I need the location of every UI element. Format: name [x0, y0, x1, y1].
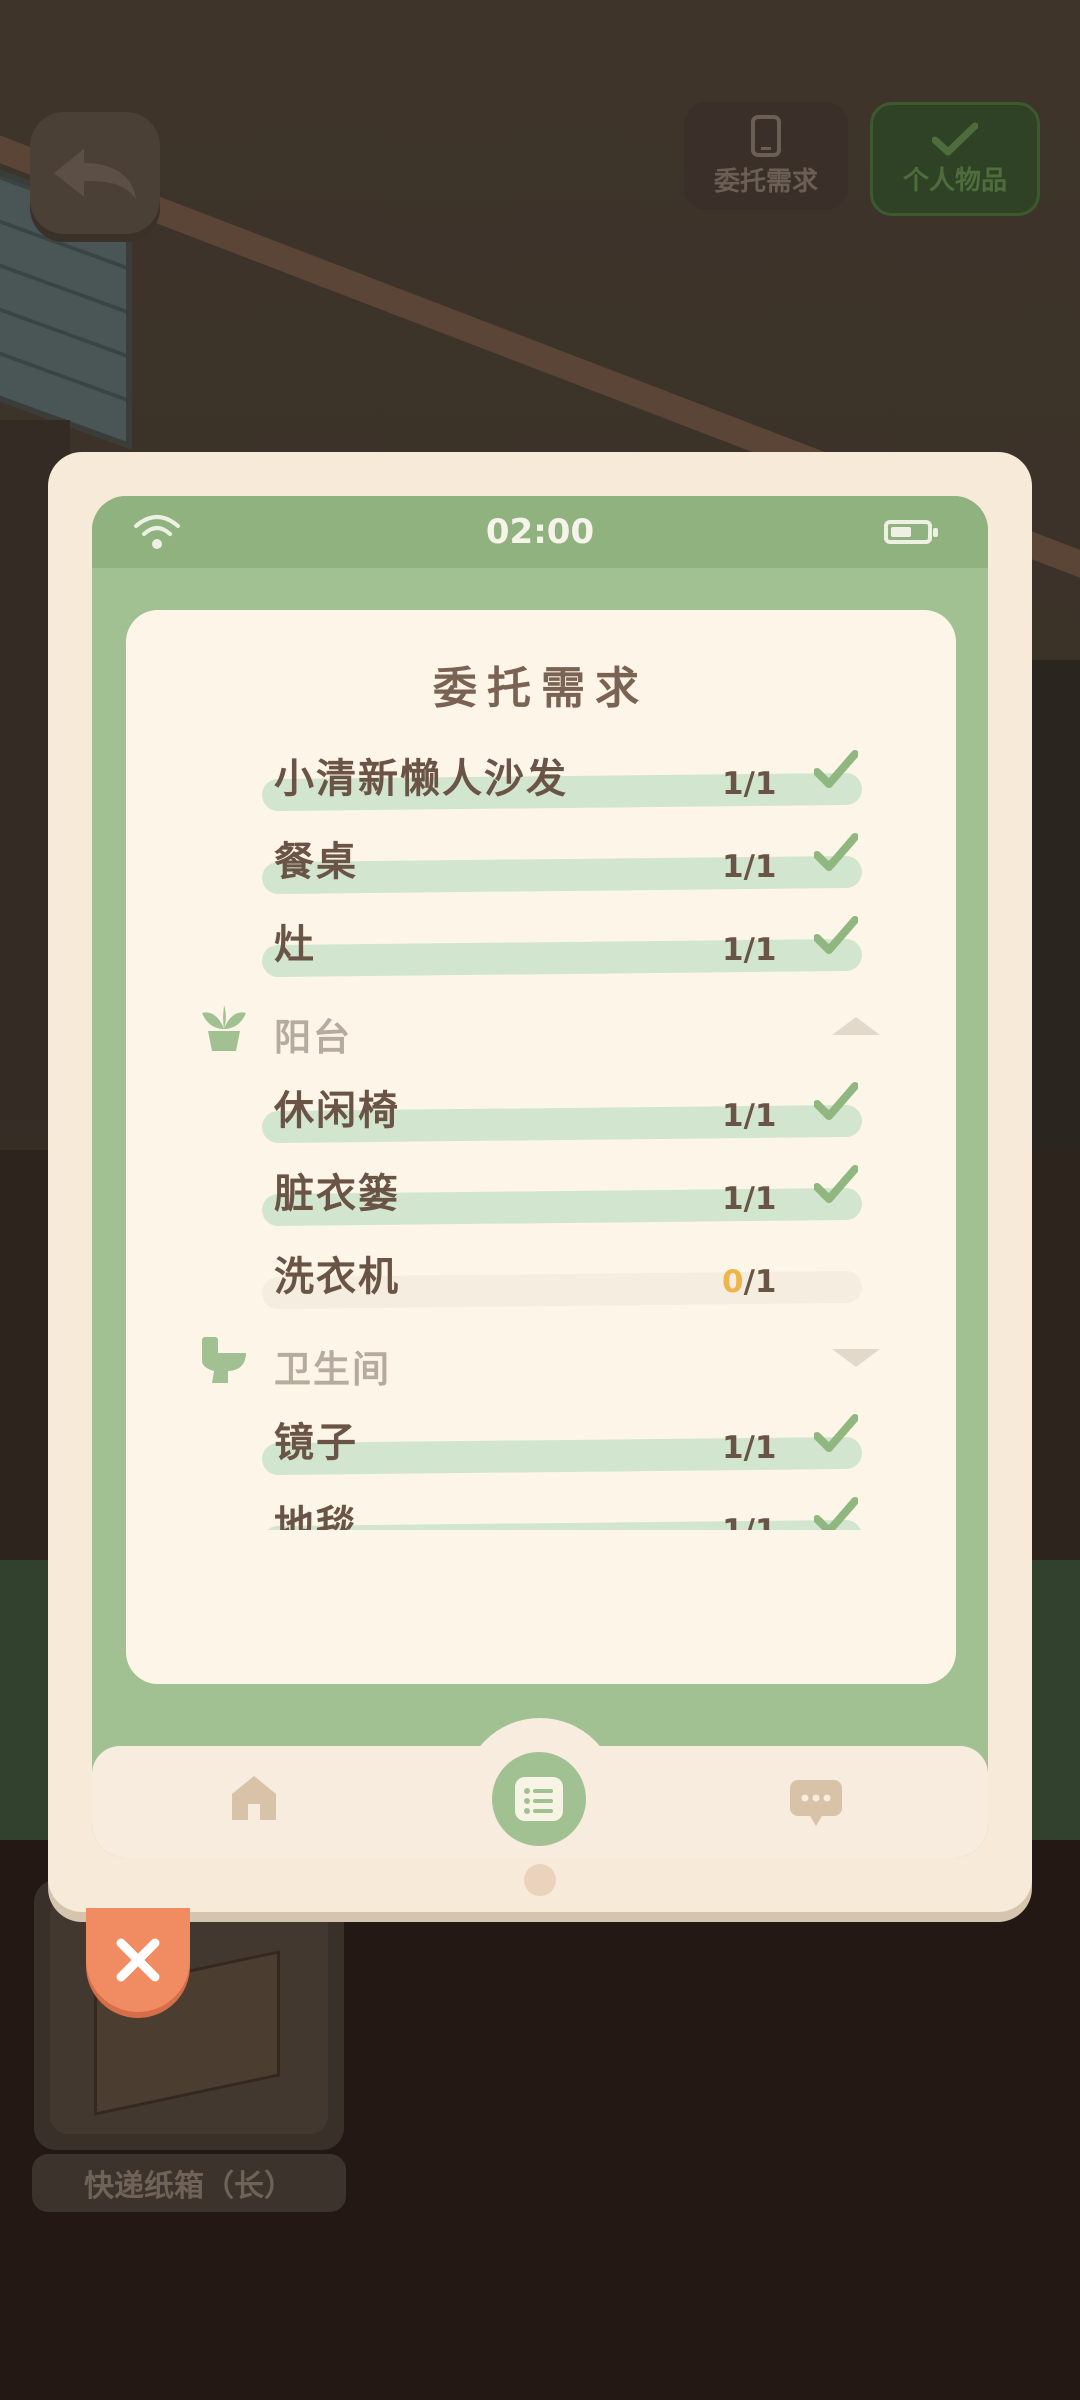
battery-icon: [884, 520, 938, 544]
count-need: 1: [754, 1264, 777, 1300]
count-have: 1: [722, 932, 744, 968]
category-icon: [200, 1335, 250, 1389]
check-icon: [813, 1497, 859, 1530]
request-item-count: 1/1: [722, 1098, 777, 1134]
request-item-row: 地毯 1/1: [126, 1485, 956, 1530]
nav-home-button[interactable]: [228, 1772, 280, 1828]
status-time: 02:00: [485, 512, 595, 552]
category-icon: [200, 1003, 248, 1057]
list-icon: [515, 1777, 563, 1821]
requests-list[interactable]: 小清新懒人沙发 1/1 餐桌 1/1 灶 1/1 阳台休闲椅 1/1 脏衣篓 1/1 洗衣机 0/1 卫…: [126, 728, 956, 1530]
toilet-icon: [202, 1337, 246, 1383]
request-item-count: 1/1: [722, 849, 777, 885]
request-item-row: 洗衣机 0/1: [126, 1236, 956, 1319]
home-icon: [232, 1776, 276, 1820]
category-header[interactable]: 卫生间: [126, 1319, 956, 1402]
tab-personal-items[interactable]: 个人物品: [870, 102, 1040, 216]
done-check: [813, 1497, 859, 1530]
request-item-row: 脏衣篓 1/1: [126, 1153, 956, 1236]
count-have: 1: [722, 766, 744, 802]
request-item-count: 1/1: [722, 1181, 777, 1217]
count-need: 1: [754, 1098, 777, 1134]
request-item-row: 灶 1/1: [126, 904, 956, 987]
collapse-icon[interactable]: [832, 1017, 880, 1035]
count-have: 1: [722, 1430, 744, 1466]
count-have: 0: [722, 1264, 744, 1300]
back-button[interactable]: [30, 112, 160, 234]
request-item-name: 餐桌: [274, 839, 358, 885]
requests-screen: 委托需求 小清新懒人沙发 1/1 餐桌 1/1 灶 1/1 阳台休闲椅 1/1 脏衣篓 1/1 洗衣…: [126, 610, 956, 1684]
status-bar: 02:00: [92, 496, 988, 568]
done-check: [813, 1082, 859, 1126]
request-item-row: 镜子 1/1: [126, 1402, 956, 1485]
count-need: 1: [755, 1513, 777, 1530]
nav-message-button[interactable]: [788, 1778, 844, 1834]
nav-list-button[interactable]: [492, 1752, 586, 1846]
request-item-count: 0/1: [722, 1264, 777, 1300]
category-name: 卫生间: [274, 1348, 391, 1391]
done-check: [813, 916, 859, 960]
check-icon: [813, 1165, 859, 1203]
check-icon: [813, 833, 859, 871]
count-have: 1: [722, 1098, 744, 1134]
inventory-item-name: 快递纸箱（长）: [32, 2154, 346, 2212]
request-item-count: 1/1: [722, 1513, 776, 1530]
request-item-count: 1/1: [722, 766, 777, 802]
tab-personal-items-label: 个人物品: [902, 165, 1007, 196]
check-icon: [813, 750, 859, 788]
tab-requests-label: 委托需求: [713, 166, 818, 197]
done-check: [813, 1414, 859, 1458]
request-item-name: 小清新懒人沙发: [274, 756, 568, 802]
request-item-name: 镜子: [274, 1420, 358, 1466]
count-have: 1: [722, 1181, 744, 1217]
check-icon: [813, 1082, 859, 1120]
done-check: [813, 750, 859, 794]
check-icon: [932, 122, 978, 155]
count-have: 1: [722, 1513, 744, 1530]
check-icon: [813, 916, 859, 954]
request-item-name: 地毯: [274, 1503, 358, 1530]
request-item-count: 1/1: [722, 932, 777, 968]
request-item-name: 脏衣篓: [274, 1171, 400, 1217]
close-button[interactable]: [86, 1908, 190, 2012]
tab-requests[interactable]: 委托需求: [684, 102, 848, 210]
count-need: 1: [754, 766, 777, 802]
count-need: 1: [754, 932, 777, 968]
done-check: [813, 833, 859, 877]
close-icon: [116, 1938, 160, 1982]
panel-title: 委托需求: [433, 663, 649, 714]
done-check: [813, 1165, 859, 1209]
count-need: 1: [754, 849, 777, 885]
request-item-row: 餐桌 1/1: [126, 821, 956, 904]
phone-panel: 02:00 委托需求 小清新懒人沙发 1/1 餐桌 1/1 灶 1/1 阳台 休闲椅 1/1 脏衣…: [92, 496, 988, 1858]
count-have: 1: [722, 849, 744, 885]
request-item-count: 1/1: [722, 1430, 777, 1466]
expand-icon[interactable]: [832, 1349, 880, 1367]
request-item-name: 洗衣机: [274, 1254, 400, 1300]
category-name: 阳台: [274, 1016, 352, 1059]
category-header[interactable]: 阳台: [126, 987, 956, 1070]
request-item-name: 灶: [274, 922, 316, 968]
check-icon: [813, 1414, 859, 1452]
request-item-name: 休闲椅: [274, 1088, 400, 1134]
plant-icon: [202, 1005, 246, 1051]
home-indicator[interactable]: [524, 1864, 556, 1896]
request-item-row: 休闲椅 1/1: [126, 1070, 956, 1153]
message-icon: [790, 1780, 842, 1826]
count-need: 1: [754, 1430, 777, 1466]
phone-icon: [751, 114, 781, 157]
back-arrow-icon: [54, 149, 136, 199]
count-need: 1: [754, 1181, 777, 1217]
request-item-row: 小清新懒人沙发 1/1: [126, 738, 956, 821]
